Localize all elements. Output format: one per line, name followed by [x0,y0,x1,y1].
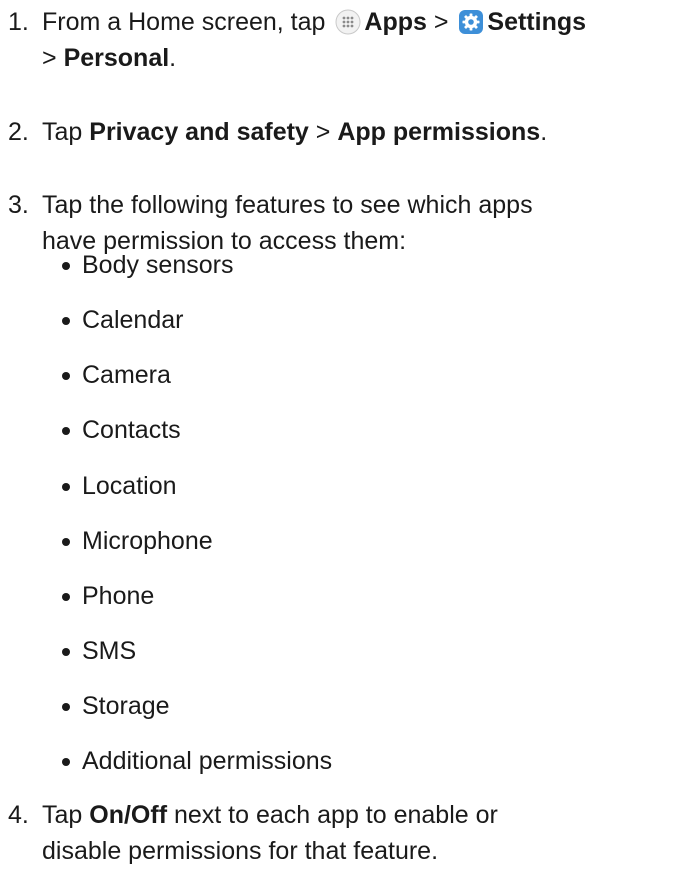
feature-label: Camera [82,361,171,389]
feature-label: Body sensors [82,251,234,279]
bullet-dot [62,427,70,435]
step-text-part: Tap [42,118,83,146]
feature-label: SMS [82,637,137,665]
apps-label: Apps [364,8,427,36]
bullet-dot [62,758,70,766]
bullet-dot [62,538,70,546]
feature-label: Storage [82,692,170,720]
apps-grid-icon [335,9,361,35]
separator: > [42,44,57,72]
feature-label: Microphone [82,527,213,555]
feature-label: Calendar [82,306,184,334]
step-line: > Personal. [42,40,678,76]
feature-label: Location [82,472,177,500]
step-text-part: From a Home screen, tap [42,8,326,36]
step-number: 1. [8,8,29,36]
period: . [169,44,177,72]
bullet-dot [62,483,70,491]
step-number: 2. [8,118,29,146]
step-number: 4. [8,801,29,829]
step-line: Tap On/Off next to each app to enable or [42,797,678,833]
feature-label: Contacts [82,416,181,444]
feature-label: Additional permissions [82,747,333,775]
bullet-dot [62,593,70,601]
step-text: Tap Privacy and safety > App permissions… [42,114,678,150]
app-permissions-label: App permissions [337,118,541,146]
bullet-dot [62,372,70,380]
settings-gear-icon [459,10,484,34]
step-number: 3. [8,191,29,219]
step-text: Tap On/Off next to each app to enable or… [42,797,678,869]
step-line: disable permissions for that feature. [42,837,439,865]
bullet-dot [62,703,70,711]
on-off-label: On/Off [89,801,168,829]
step-text: From a Home screen, tap Apps > Settings … [42,4,678,76]
step-text-part: next to each app to enable or [173,801,498,829]
step-line: Tap the following features to see which … [42,191,533,219]
personal-label: Personal [63,44,170,72]
feature-label: Phone [82,582,155,610]
bullet-dot [62,648,70,656]
step-text-part: Tap [42,801,83,829]
bullet-dot [62,262,70,270]
period: . [540,118,548,146]
bullet-dot [62,317,70,325]
privacy-label: Privacy and safety [89,118,309,146]
separator: > [433,8,449,36]
step-line: From a Home screen, tap Apps > Settings [42,4,678,40]
settings-label: Settings [487,8,587,36]
separator: > [315,118,331,146]
